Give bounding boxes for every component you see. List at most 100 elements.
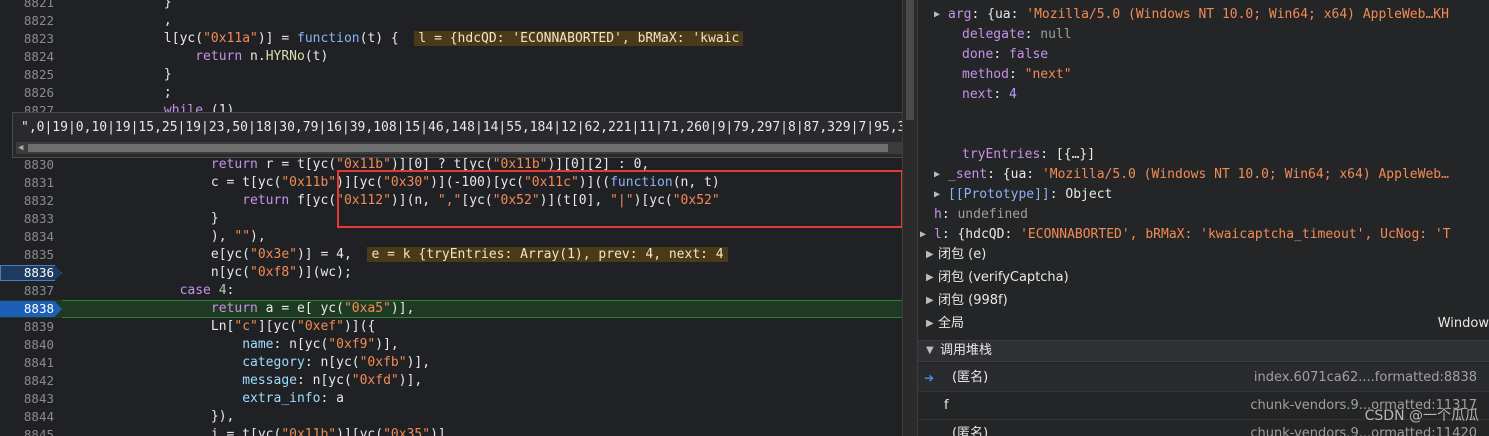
scope-key: delegate <box>962 27 1025 42</box>
code-line[interactable]: 8841 category: n[yc("0xfb")], <box>0 354 902 372</box>
code-token: return <box>242 193 290 208</box>
scope-property-row[interactable]: ▶ _sent: {ua: 'Mozilla/5.0 (Windows NT 10… <box>918 165 1489 185</box>
frame-location-link[interactable]: index.6071ca62....formatted:8838 <box>1254 364 1477 392</box>
code-token: "0xfd" <box>351 373 399 388</box>
expand-arrow-icon[interactable]: ▶ <box>934 185 940 205</box>
frame-name: f <box>944 398 949 413</box>
line-number[interactable]: 8824 <box>0 48 54 66</box>
scope-section-row[interactable]: ▶ 闭包 (e) <box>918 245 1489 265</box>
code-line[interactable]: 8821 } <box>0 0 902 12</box>
code-line[interactable]: 8842 message: n[yc("0xfd")], <box>0 372 902 390</box>
expand-arrow-icon[interactable]: ▶ <box>926 245 934 265</box>
code-token: HYRNo <box>265 49 305 64</box>
line-number[interactable]: 8823 <box>0 30 54 48</box>
scope-property-row[interactable]: h: undefined <box>918 205 1489 225</box>
code-line[interactable]: 8824 return n.HYRNo(t) <box>0 48 902 66</box>
tooltip-scroll-thumb[interactable] <box>28 144 888 152</box>
code-token: )], <box>398 373 423 388</box>
scope-property-row[interactable]: tryEntries: [{…}] <box>918 145 1489 165</box>
scope-property-row[interactable]: method: "next" <box>918 65 1489 85</box>
expand-arrow-icon[interactable]: ▶ <box>926 314 934 334</box>
line-number[interactable]: 8842 <box>0 372 54 390</box>
scope-property-row[interactable] <box>918 105 1489 125</box>
callstack-frame[interactable]: ➔ (匿名) index.6071ca62....formatted:8838 <box>918 364 1489 392</box>
code-line[interactable]: 8823 l[yc("0x11a")] = function(t) { l = … <box>0 30 902 48</box>
line-code: } <box>70 66 172 84</box>
expand-arrow-icon[interactable]: ▶ <box>934 165 940 185</box>
line-number[interactable]: 8834 <box>0 228 54 246</box>
line-number[interactable]: 8844 <box>0 408 54 426</box>
scope-separator: : {hdcQD: <box>941 227 1021 242</box>
scope-value: 'ECONNABORTED', bRMaX: 'kwaicaptcha_time… <box>1020 227 1451 242</box>
line-number[interactable]: 8825 <box>0 66 54 84</box>
line-number[interactable]: 8835 <box>0 246 54 264</box>
code-token: (t) { <box>359 31 415 46</box>
scope-section-row[interactable]: ▶ 闭包 (998f) <box>918 291 1489 311</box>
code-token: ; <box>70 85 172 100</box>
line-number[interactable]: 8822 <box>0 12 54 30</box>
line-number[interactable]: 8837 <box>0 282 54 300</box>
code-token: "0x11b" <box>281 175 337 190</box>
code-line[interactable]: 8839 Ln["c"][yc("0xef")]({ <box>0 318 902 336</box>
code-line[interactable]: 8845 i = t[yc("0x11b")][yc("0x35")] <box>0 426 902 436</box>
editor-scrollbar[interactable] <box>902 0 918 436</box>
scope-property-row[interactable] <box>918 125 1489 145</box>
scroll-left-icon[interactable]: ◀ <box>18 143 23 153</box>
line-number[interactable]: 8845 <box>0 426 54 436</box>
line-number[interactable]: 8826 <box>0 84 54 102</box>
expand-arrow-icon[interactable]: ▶ <box>926 291 934 311</box>
scope-property-row[interactable]: delegate: null <box>918 25 1489 45</box>
code-token: )] = 4, <box>296 247 368 262</box>
line-number[interactable]: 8821 <box>0 0 54 12</box>
code-line[interactable]: 8835 e[yc("0x3e")] = 4, e = k {tryEntrie… <box>0 246 902 264</box>
scope-section-row[interactable]: ▶ 全局 Window <box>918 314 1489 334</box>
scope-property-row[interactable]: ▶ arg: {ua: 'Mozilla/5.0 (Windows NT 10.0… <box>918 5 1489 25</box>
expand-arrow-icon[interactable]: ▶ <box>934 5 940 25</box>
scope-property-row[interactable]: done: false <box>918 45 1489 65</box>
code-token: : a <box>320 391 344 406</box>
code-line[interactable]: 8826 ; <box>0 84 902 102</box>
line-number[interactable]: 8840 <box>0 336 54 354</box>
line-number[interactable]: 8839 <box>0 318 54 336</box>
line-number[interactable]: 8836 <box>0 264 54 282</box>
inline-value-preview: l = {hdcQD: 'ECONNABORTED', bRMaX: 'kwai… <box>414 31 744 46</box>
scope-property-row[interactable]: next: 4 <box>918 85 1489 105</box>
code-line[interactable]: 8844 }), <box>0 408 902 426</box>
code-token: e[yc( <box>70 247 251 262</box>
scope-value: null <box>1040 27 1072 42</box>
line-number[interactable]: 8831 <box>0 174 54 192</box>
line-number[interactable]: 8843 <box>0 390 54 408</box>
line-number[interactable]: 8838 <box>0 300 54 318</box>
expand-arrow-icon[interactable]: ▶ <box>920 225 926 245</box>
code-token: extra_info <box>242 391 321 406</box>
line-number[interactable]: 8830 <box>0 156 54 174</box>
scope-section-label: 全局 <box>938 316 965 331</box>
line-code: } <box>70 210 219 228</box>
scope-property-row[interactable]: ▶ l: {hdcQD: 'ECONNABORTED', bRMaX: 'kwai… <box>918 225 1489 245</box>
code-line[interactable]: 8825 } <box>0 66 902 84</box>
editor-scroll-thumb[interactable] <box>906 0 914 120</box>
code-line[interactable]: 8840 name: n[yc("0xf9")], <box>0 336 902 354</box>
code-line[interactable]: 8834 ), ""), <box>0 228 902 246</box>
expand-arrow-icon[interactable]: ▶ <box>926 268 934 288</box>
watermark: CSDN @一个瓜瓜 <box>1364 408 1479 424</box>
line-number[interactable]: 8833 <box>0 210 54 228</box>
line-number[interactable]: 8841 <box>0 354 54 372</box>
scope-key: next <box>962 87 994 102</box>
chevron-down-icon: ▼ <box>926 345 934 356</box>
scope-key: l <box>934 227 942 242</box>
code-line[interactable]: 8836 n[yc("0xf8")](wc); <box>0 264 902 282</box>
code-token: n[yc( <box>70 265 251 280</box>
scope-section-row[interactable]: ▶ 闭包 (verifyCaptcha) <box>918 268 1489 288</box>
code-token: Ln[ <box>70 319 235 334</box>
line-number[interactable]: 8832 <box>0 192 54 210</box>
code-line[interactable]: 8822 , <box>0 12 902 30</box>
code-line[interactable]: 8838 return a = e[ yc("0xa5")], <box>0 300 902 318</box>
callstack-header[interactable]: ▼ 调用堆栈 <box>918 340 1489 362</box>
scope-property-row[interactable]: ▶ [[Prototype]]: Object <box>918 185 1489 205</box>
code-line[interactable]: 8837 case 4: <box>0 282 902 300</box>
scope-key: [[Prototype]] <box>948 187 1050 202</box>
code-line[interactable]: 8843 extra_info: a <box>0 390 902 408</box>
